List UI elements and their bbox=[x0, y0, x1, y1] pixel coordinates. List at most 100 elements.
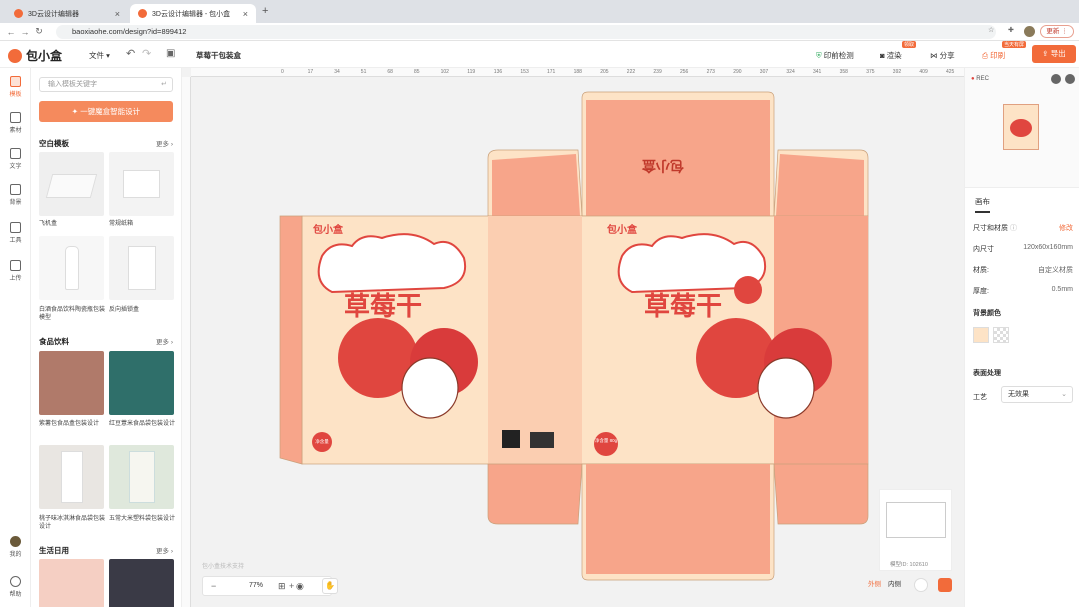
more-link[interactable]: 更多 › bbox=[156, 545, 173, 555]
smart-design-button[interactable]: ✦ 一键魔盒智能设计 bbox=[39, 101, 173, 122]
text-icon bbox=[10, 148, 21, 159]
inner-side-toggle[interactable]: 内侧 bbox=[888, 578, 901, 588]
update-button[interactable]: 更新 ⋮ bbox=[1040, 25, 1074, 38]
file-menu[interactable]: 文件 ▾ bbox=[89, 50, 110, 61]
close-icon[interactable]: × bbox=[115, 9, 120, 19]
document-title[interactable]: 草莓干包装盒 bbox=[196, 50, 241, 61]
sidebar-item-tools[interactable]: 工具 bbox=[0, 222, 31, 244]
template-thumb[interactable] bbox=[109, 559, 174, 607]
template-label: 五常大米塑料袋包装设计 bbox=[109, 516, 176, 522]
zoom-in-icon[interactable]: + bbox=[289, 581, 294, 591]
forward-icon[interactable]: → bbox=[18, 27, 32, 37]
sidebar-item-text[interactable]: 文字 bbox=[0, 148, 31, 170]
template-icon bbox=[10, 76, 21, 87]
craft-select[interactable]: 无效果 ⌄ bbox=[1001, 386, 1073, 403]
template-thumb[interactable] bbox=[109, 351, 174, 415]
rec-label: ● REC bbox=[971, 76, 989, 82]
thickness-row: 厚度: 0.5mm bbox=[973, 286, 1073, 295]
print-button[interactable]: ⎙ 印刷 bbox=[982, 50, 1005, 61]
template-thumb[interactable] bbox=[109, 152, 174, 216]
close-icon[interactable]: × bbox=[243, 9, 248, 19]
zoom-out-icon[interactable]: − bbox=[211, 581, 216, 591]
star-icon[interactable]: ☆ bbox=[988, 26, 994, 34]
dieline[interactable] bbox=[182, 68, 964, 607]
minimap[interactable]: 模型ID: 102610 bbox=[879, 489, 952, 571]
preflight-button[interactable]: ⛨ 印前检测 bbox=[816, 50, 854, 61]
edit-link[interactable]: 修改 bbox=[1059, 223, 1073, 233]
bear-character bbox=[401, 357, 459, 419]
design-canvas[interactable]: 0 17 34 51 68 85 102 119 136 153 171 188 205 222 239 25… bbox=[182, 68, 964, 607]
hand-tool-icon[interactable]: ✋ bbox=[322, 578, 338, 594]
more-link[interactable]: 更多 › bbox=[156, 138, 173, 148]
bg-color-swatch[interactable] bbox=[973, 327, 989, 343]
shield-check-icon: ⛨ bbox=[816, 51, 822, 60]
template-thumb[interactable] bbox=[39, 559, 104, 607]
watermark: 包小盒技术支持 bbox=[202, 564, 245, 570]
material-value[interactable]: 自定义材质 bbox=[1038, 265, 1073, 275]
play-icon[interactable] bbox=[1051, 74, 1061, 84]
layout-icon[interactable]: ⊞ bbox=[278, 581, 286, 592]
export-icon: ⇪ bbox=[1042, 49, 1049, 58]
template-thumb[interactable] bbox=[109, 236, 174, 300]
new-tab-icon[interactable]: + bbox=[262, 5, 268, 17]
undo-icon[interactable]: ↶ bbox=[126, 47, 135, 60]
browser-tab-1[interactable]: 3D云设计编辑器 × bbox=[6, 4, 128, 23]
template-thumb[interactable] bbox=[109, 445, 174, 509]
favicon-icon bbox=[14, 9, 23, 18]
transparent-swatch[interactable] bbox=[993, 327, 1009, 343]
bottom-dust-right bbox=[773, 463, 869, 525]
dust-flap-left-fill bbox=[492, 154, 580, 216]
zoom-value[interactable]: 77% bbox=[249, 582, 263, 589]
tools-icon bbox=[10, 222, 21, 233]
sidebar-item-material[interactable]: 素材 bbox=[0, 112, 31, 134]
back-icon[interactable]: ← bbox=[4, 27, 18, 37]
browser-tab-2[interactable]: 3D云设计编辑器 - 包小盒 × bbox=[130, 4, 256, 23]
extension-icon[interactable]: ✚ bbox=[1008, 26, 1014, 34]
template-panel: 输入模板关键字 ↵ ✦ 一键魔盒智能设计 空白模板 更多 › 飞机盒 常规纸箱 白酒… bbox=[31, 68, 182, 607]
template-label: 紫薯包食品盒包装设计 bbox=[39, 421, 100, 427]
rotate-icon[interactable] bbox=[1065, 74, 1075, 84]
save-icon[interactable]: ▣ bbox=[166, 48, 175, 59]
share-button[interactable]: ⋈ 分享 bbox=[930, 50, 955, 61]
template-thumb[interactable] bbox=[39, 236, 104, 300]
template-thumb[interactable] bbox=[39, 152, 104, 216]
template-thumb[interactable] bbox=[39, 445, 104, 509]
zoom-control: − 77% + bbox=[202, 576, 332, 596]
tab-canvas[interactable]: 画布 bbox=[975, 196, 990, 213]
printer-icon: ⎙ bbox=[982, 51, 988, 60]
url-input[interactable]: baoxiaohe.com/design?id=899412 bbox=[56, 25, 996, 39]
sidebar-item-background[interactable]: 背景 bbox=[0, 184, 31, 206]
box-shape bbox=[127, 246, 156, 290]
box-3d-model bbox=[1003, 104, 1039, 150]
template-label: 飞机盒 bbox=[39, 221, 58, 227]
3d-preview[interactable]: ● REC bbox=[965, 68, 1079, 188]
sidebar-item-help[interactable]: 帮助 bbox=[0, 576, 31, 598]
material-row: 材质: 自定义材质 bbox=[973, 265, 1073, 275]
box-brand-top: 包小盒 bbox=[642, 158, 684, 174]
export-button[interactable]: ⇪ 导出 bbox=[1032, 45, 1076, 63]
model-id: 模型ID: 102610 bbox=[890, 562, 928, 568]
record-icon[interactable] bbox=[938, 578, 952, 592]
template-search-input[interactable]: 输入模板关键字 ↵ bbox=[39, 77, 173, 92]
minimap-dieline bbox=[886, 502, 946, 538]
redo-icon[interactable]: ↷ bbox=[142, 47, 151, 60]
more-link[interactable]: 更多 › bbox=[156, 336, 173, 346]
tab-title: 3D云设计编辑器 bbox=[28, 10, 79, 18]
qr-code bbox=[502, 430, 520, 448]
tool-sidebar: 模板 素材 文字 背景 工具 上传 我的 帮助 bbox=[0, 68, 31, 607]
magic-icon: ✦ bbox=[71, 107, 79, 116]
avatar[interactable] bbox=[1024, 26, 1035, 37]
box-brand-front: 包小盒 bbox=[313, 225, 343, 236]
sidebar-item-template[interactable]: 模板 bbox=[0, 76, 31, 98]
render-button[interactable]: ◙ 渲染 bbox=[880, 50, 902, 61]
reload-icon[interactable]: ↻ bbox=[32, 26, 46, 37]
strawberry bbox=[1010, 119, 1032, 137]
surface-title: 表面处理 bbox=[973, 370, 1001, 377]
sidebar-item-mine[interactable]: 我的 bbox=[0, 536, 31, 558]
eye-icon[interactable]: ◉ bbox=[296, 581, 304, 592]
outer-side-toggle[interactable]: 外侧 bbox=[868, 578, 881, 588]
sidebar-item-upload[interactable]: 上传 bbox=[0, 260, 31, 282]
upload-icon bbox=[10, 260, 21, 271]
template-thumb[interactable] bbox=[39, 351, 104, 415]
fullscreen-icon[interactable] bbox=[914, 578, 928, 592]
